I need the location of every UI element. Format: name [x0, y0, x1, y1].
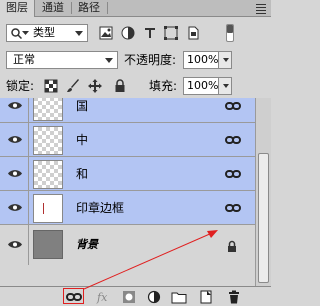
scrollbar-thumb[interactable]	[258, 153, 269, 283]
layer-thumbnail	[33, 194, 63, 223]
layer-mask-icon[interactable]	[121, 290, 137, 304]
layers-bottom-bar: fx	[0, 286, 271, 306]
layer-name: 印章边框	[76, 201, 125, 215]
fill-label: 填充:	[149, 79, 178, 93]
layers-list: 国 中 和 印章边框 背景	[0, 98, 255, 286]
visibility-toggle[interactable]	[0, 98, 29, 123]
eye-icon	[8, 204, 22, 211]
annotation-highlight-box	[63, 288, 84, 304]
layer-name: 背景	[76, 238, 98, 251]
svg-text:fx: fx	[96, 291, 108, 304]
chevron-down-icon	[223, 84, 229, 88]
smart-object-filter-icon[interactable]	[186, 26, 200, 40]
search-icon	[11, 28, 22, 39]
tab-paths[interactable]: 路径	[72, 0, 106, 16]
fill-input[interactable]: 100%	[183, 77, 219, 95]
layer-thumbnail	[33, 230, 63, 259]
opacity-input[interactable]: 100%	[183, 51, 219, 69]
group-folder-icon[interactable]	[171, 290, 187, 304]
visibility-toggle[interactable]	[0, 225, 29, 265]
lock-all-icon[interactable]	[113, 79, 127, 93]
lock-icon	[228, 240, 236, 252]
eye-icon	[8, 241, 22, 248]
lock-transparent-pixels-icon[interactable]	[44, 79, 58, 93]
chevron-down-icon	[22, 31, 29, 35]
eye-icon	[8, 136, 22, 143]
layer-name: 和	[76, 167, 89, 181]
pixel-filter-icon[interactable]	[99, 26, 113, 40]
type-filter-icon[interactable]	[143, 26, 157, 40]
layer-thumbnail	[33, 98, 63, 121]
adjustment-filter-icon[interactable]	[121, 26, 135, 40]
link-icon	[225, 136, 241, 144]
filter-kind-label: 类型	[33, 26, 55, 39]
opacity-slider-button[interactable]	[218, 51, 232, 69]
tab-channels[interactable]: 通道	[36, 0, 70, 16]
panel-tab-strip: 图层 通道 路径	[0, 0, 271, 17]
opacity-label: 不透明度:	[124, 53, 177, 67]
blend-mode-dropdown[interactable]: 正常	[6, 51, 118, 69]
layer-thumbnail	[33, 160, 63, 189]
tab-layers[interactable]: 图层	[0, 0, 35, 17]
shape-filter-icon[interactable]	[164, 26, 178, 40]
eye-icon	[8, 170, 22, 177]
layer-row[interactable]: 国	[0, 98, 255, 123]
layer-name: 中	[76, 133, 89, 147]
filter-kind-dropdown[interactable]: 类型	[6, 24, 88, 42]
link-icon	[225, 204, 241, 212]
layer-row[interactable]: 印章边框	[0, 191, 255, 225]
trash-icon[interactable]	[226, 290, 242, 304]
visibility-toggle[interactable]	[0, 123, 29, 157]
layer-row[interactable]: 背景	[0, 225, 255, 265]
tab-divider	[107, 2, 108, 14]
fill-slider-button[interactable]	[218, 77, 232, 95]
link-icon	[225, 170, 241, 178]
layers-scrollbar[interactable]	[255, 98, 271, 286]
layer-row[interactable]: 中	[0, 123, 255, 157]
chevron-down-icon	[223, 58, 229, 62]
filter-toggle-switch[interactable]	[226, 24, 234, 42]
visibility-toggle[interactable]	[0, 191, 29, 225]
link-icon	[225, 102, 241, 110]
lock-label: 锁定:	[6, 79, 35, 93]
blend-mode-value: 正常	[13, 53, 35, 66]
adjustment-layer-icon[interactable]	[146, 290, 162, 304]
layer-row[interactable]: 和	[0, 157, 255, 191]
lock-position-icon[interactable]	[88, 79, 102, 93]
new-layer-icon[interactable]	[198, 290, 214, 304]
lock-image-pixels-icon[interactable]	[66, 79, 80, 93]
fx-icon[interactable]: fx	[96, 290, 112, 304]
dropdown-caret-icon	[75, 31, 83, 36]
eye-icon	[8, 102, 22, 109]
dropdown-caret-icon	[105, 58, 113, 63]
visibility-toggle[interactable]	[0, 157, 29, 191]
layer-name: 国	[76, 99, 89, 113]
layer-thumbnail	[33, 126, 63, 155]
panel-menu-icon[interactable]	[254, 2, 268, 14]
